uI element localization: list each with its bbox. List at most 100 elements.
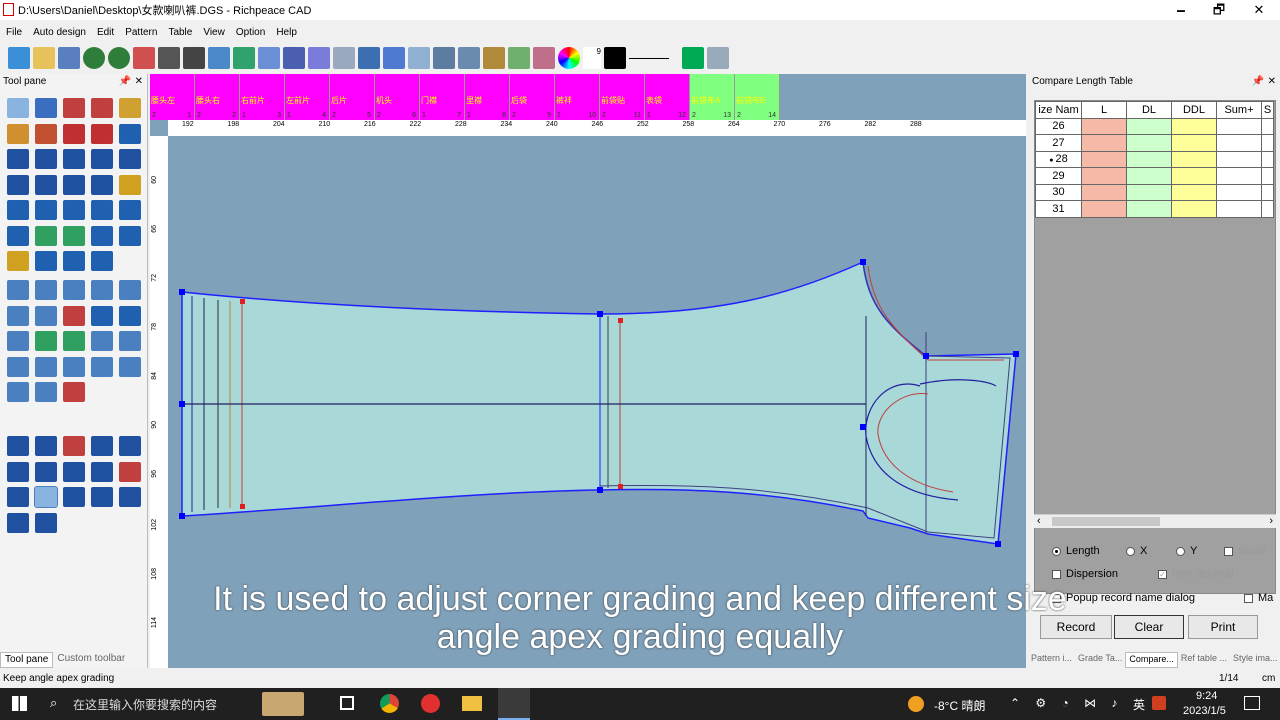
table-row[interactable]: 29 [1035, 167, 1274, 185]
menu-edit[interactable]: Edit [97, 27, 114, 38]
grade-arrow-icon[interactable] [91, 487, 113, 507]
new-file-icon[interactable] [8, 47, 30, 69]
rectangle-tool-icon[interactable] [91, 98, 113, 118]
grade-point[interactable] [179, 513, 185, 519]
redo-icon[interactable] [108, 47, 130, 69]
task-view-icon[interactable] [340, 696, 354, 710]
chart-icon[interactable] [408, 47, 430, 69]
window-icon[interactable] [208, 47, 230, 69]
unlink-tool-icon[interactable] [91, 251, 113, 271]
angle-line-icon[interactable] [7, 149, 29, 169]
arc-tool-icon[interactable] [35, 149, 57, 169]
line-style-select[interactable] [629, 47, 679, 69]
button-tool-icon[interactable] [91, 225, 113, 246]
piece-thumb[interactable]: 机头 2 6 [375, 74, 420, 120]
piece-tool-icon[interactable] [7, 280, 29, 300]
brush-icon[interactable] [333, 47, 355, 69]
fabric-tool-icon[interactable] [35, 331, 57, 351]
table-row[interactable]: 31 [1035, 200, 1274, 218]
grade-x-icon[interactable] [63, 436, 85, 456]
grading-icon[interactable] [383, 47, 405, 69]
grade-rect-icon[interactable] [7, 487, 29, 507]
taskbar-search-input[interactable]: 在这里输入你要搜索的内容 [73, 696, 217, 713]
grade-point[interactable] [597, 487, 603, 493]
close-icon[interactable]: ✕ [135, 74, 143, 90]
layer-tool-icon[interactable] [7, 382, 29, 402]
dispersion-checkbox[interactable]: Dispersion [1052, 568, 1118, 580]
grade-curve-icon[interactable] [119, 436, 141, 456]
fabric-icon[interactable] [508, 47, 530, 69]
smart-pen-icon[interactable] [63, 98, 85, 118]
grade-point[interactable] [860, 259, 866, 265]
grade-dim-icon[interactable] [7, 512, 29, 533]
shirt-icon[interactable] [233, 47, 255, 69]
tag-tool-icon[interactable] [119, 331, 141, 351]
dart-edit-icon[interactable] [63, 305, 85, 326]
flip-tool-icon[interactable] [7, 305, 29, 326]
table-icon[interactable] [158, 47, 180, 69]
hanger-tool-icon[interactable] [91, 331, 113, 351]
grade-point-icon[interactable] [7, 436, 29, 456]
select-tool-icon[interactable] [7, 98, 29, 118]
compass-icon[interactable] [91, 174, 113, 195]
pin-icon[interactable]: 📌 [119, 74, 131, 90]
y-radio[interactable]: Y [1176, 545, 1197, 557]
clock-date[interactable]: 2023/1/5 [1183, 705, 1226, 717]
cross-tool-icon[interactable] [35, 174, 57, 195]
grade-point[interactable] [179, 289, 185, 295]
grade-stack-icon[interactable] [35, 512, 57, 533]
scroll-left-icon[interactable]: ‹ [1037, 515, 1041, 527]
merge-tool-icon[interactable] [35, 382, 57, 402]
windows-start-icon[interactable] [12, 696, 27, 711]
length-radio[interactable]: Length [1052, 545, 1100, 557]
cut-line-icon[interactable] [63, 123, 85, 144]
grade-point[interactable] [179, 401, 185, 407]
table-row-selected[interactable]: ● 28 [1035, 150, 1274, 168]
grade-point[interactable] [240, 504, 245, 509]
grade-point[interactable] [995, 541, 1001, 547]
piece-thumb[interactable]: 前袋布B 2 14 [735, 74, 780, 120]
ruler-icon[interactable] [7, 123, 29, 144]
dart-tool-icon[interactable] [119, 174, 141, 195]
undo-icon[interactable] [83, 47, 105, 69]
shape-tool-icon[interactable] [63, 331, 85, 351]
piece-thumb[interactable]: 右前片 1 3 [240, 74, 285, 120]
spiral-tool-icon[interactable] [119, 225, 141, 246]
grade-point[interactable] [618, 484, 623, 489]
richpeace-cad-taskbar-icon[interactable] [498, 688, 530, 720]
scroll-right-icon[interactable]: › [1269, 515, 1273, 527]
camera-icon[interactable] [119, 149, 141, 169]
pattern-tool-icon[interactable] [91, 356, 113, 377]
menu-file[interactable]: File [6, 27, 22, 38]
notification-icon[interactable] [1244, 696, 1260, 710]
piece-thumb[interactable]: 腰头左 2 1 [150, 74, 195, 120]
width-tool-icon[interactable] [119, 305, 141, 326]
maximize-button[interactable]: 🗗 [1200, 0, 1238, 20]
grade-dots-icon[interactable] [63, 461, 85, 482]
piece-thumb[interactable]: 里襟 1 8 [465, 74, 510, 120]
piece-thumb[interactable]: 前袋布A 2 13 [690, 74, 735, 120]
fold-piece-icon[interactable] [119, 356, 141, 377]
align-tool-icon[interactable] [35, 200, 57, 220]
pencil-icon[interactable] [119, 98, 141, 118]
table-horizontal-scrollbar[interactable]: ‹ › [1034, 514, 1276, 528]
grain-tool-icon[interactable] [7, 331, 29, 351]
grade-point[interactable] [618, 318, 623, 323]
stand-icon[interactable] [433, 47, 455, 69]
grade-copy-icon[interactable] [35, 436, 57, 456]
piece-thumb[interactable]: 前袋贴 2 11 [600, 74, 645, 120]
close-icon[interactable]: ✕ [1268, 74, 1276, 90]
collar-tool-icon[interactable] [35, 356, 57, 377]
grade-line-icon[interactable] [35, 461, 57, 482]
scroll-thumb[interactable] [1052, 517, 1160, 526]
piece-thumb[interactable]: 腰头右 2 2 [195, 74, 240, 120]
mirror-tool-icon[interactable] [119, 200, 141, 220]
hole-tool-icon[interactable] [91, 305, 113, 326]
drill-tool-icon[interactable] [63, 225, 85, 246]
piece-thumb[interactable]: 门襟 1 7 [420, 74, 465, 120]
save-icon[interactable] [58, 47, 80, 69]
keep-angle-apex-icon[interactable] [34, 486, 58, 508]
menu-option[interactable]: Option [236, 27, 265, 38]
menu-pattern[interactable]: Pattern [125, 27, 157, 38]
tray-app-icon[interactable] [1152, 696, 1166, 710]
